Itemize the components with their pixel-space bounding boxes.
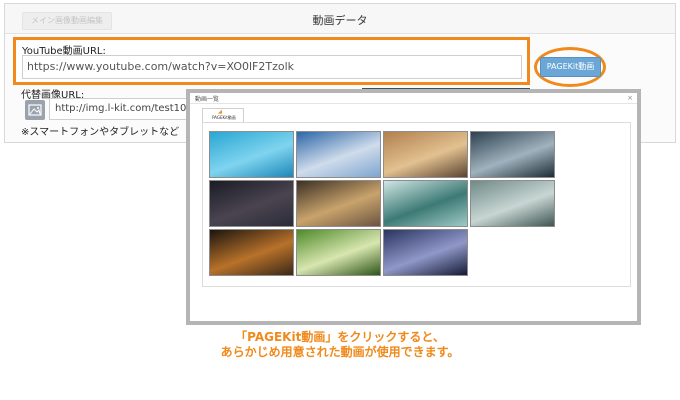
youtube-url-highlight: YouTube動画URL: https://www.youtube.com/wa…	[13, 37, 530, 85]
video-thumbnail-teal-clouds[interactable]	[383, 180, 468, 227]
video-thumbnail-pool-water[interactable]	[209, 131, 294, 178]
tab-pagekit-video[interactable]: ◢ PAGEKit動画	[202, 108, 244, 122]
video-thumbnail-city-night[interactable]	[383, 229, 468, 276]
video-thumbnail-rocky-texture[interactable]	[470, 180, 555, 227]
video-thumbnail-mountain-peak[interactable]	[296, 180, 381, 227]
video-thumbnail-beach-sunset[interactable]	[383, 131, 468, 178]
pagekit-video-button[interactable]: PAGEKit動画	[540, 57, 601, 77]
device-note: ※スマートフォンやタブレットなど	[21, 127, 180, 138]
video-grid-container	[202, 122, 631, 287]
video-thumbnail-cloudy-sky[interactable]	[296, 131, 381, 178]
editor-title: 動画データ	[312, 14, 368, 27]
caption-line-1: 「PAGEKit動画」をクリックすると、	[235, 330, 445, 344]
editor-header: メイン画像動画編集 動画データ	[5, 4, 675, 34]
close-icon[interactable]: ×	[627, 93, 633, 103]
instruction-caption: 「PAGEKit動画」をクリックすると、 あらかじめ用意された動画が使用できます…	[0, 330, 680, 360]
youtube-url-input[interactable]: https://www.youtube.com/watch?v=XO0lF2Tz…	[22, 55, 522, 79]
video-thumbnail-lake-dusk[interactable]	[470, 131, 555, 178]
popup-title: 動画一覧	[195, 96, 220, 103]
popup-titlebar: 動画一覧 ×	[190, 93, 637, 104]
video-thumbnail-grid	[209, 131, 560, 279]
video-thumbnail-green-leaves[interactable]	[296, 229, 381, 276]
image-icon[interactable]	[25, 100, 45, 120]
alt-image-url-input[interactable]: http://img.l-kit.com/test10	[49, 98, 189, 120]
video-list-popup: 動画一覧 × ◢ PAGEKit動画	[186, 89, 641, 325]
video-thumbnail-bokeh-lights[interactable]	[209, 229, 294, 276]
caption-line-2: あらかじめ用意された動画が使用できます。	[220, 345, 460, 359]
video-thumbnail-starry-mountain[interactable]	[209, 180, 294, 227]
tab-label: PAGEKit動画	[212, 115, 236, 120]
